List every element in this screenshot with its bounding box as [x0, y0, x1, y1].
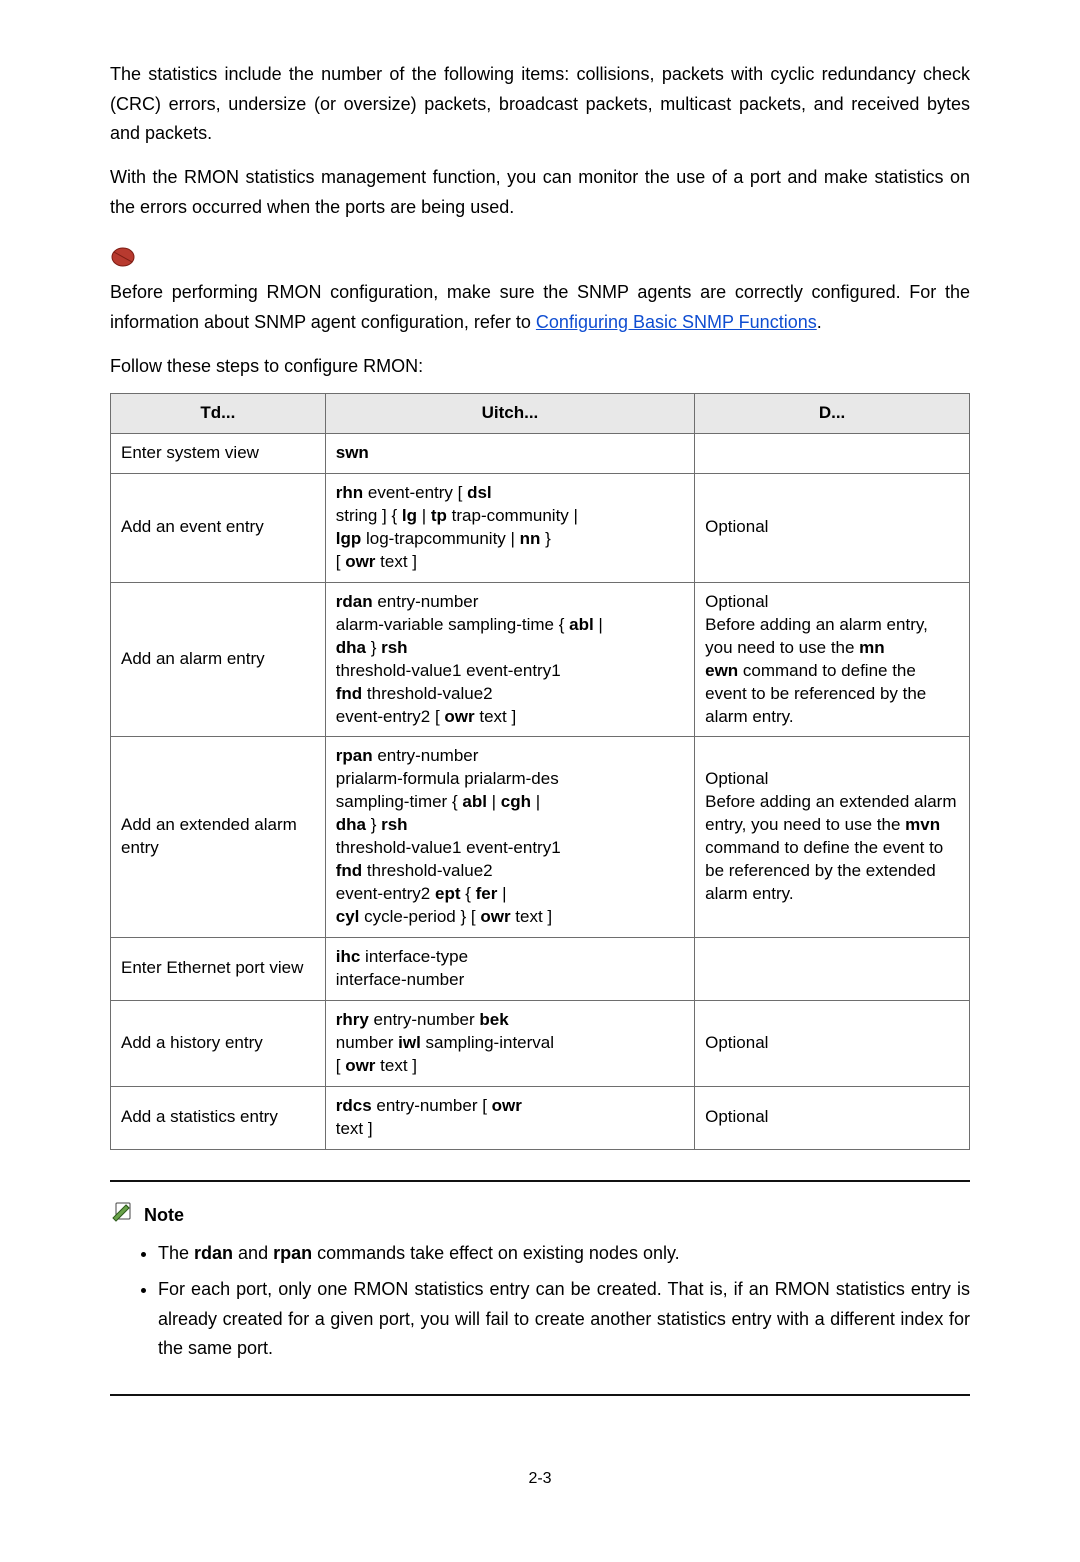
cell-description: Optional: [695, 474, 970, 583]
cell-description: [695, 434, 970, 474]
follow-steps: Follow these steps to configure RMON:: [110, 352, 970, 382]
col-header-desc: D...: [695, 394, 970, 434]
note-heading: Note: [110, 1200, 970, 1232]
cell-command: ihc interface-typeinterface-number: [325, 937, 694, 1000]
cell-description: OptionalBefore adding an extended alarm …: [695, 737, 970, 938]
table-header-row: Td... Uitch... D...: [111, 394, 970, 434]
cell-description: OptionalBefore adding an alarm entry, yo…: [695, 582, 970, 737]
cell-command: rhry entry-number beknumber iwl sampling…: [325, 1000, 694, 1086]
cell-command: rdcs entry-number [ owrtext ]: [325, 1086, 694, 1149]
cell-command: rpan entry-numberprialarm-formula priala…: [325, 737, 694, 938]
page: The statistics include the number of the…: [0, 0, 1080, 1562]
rmon-config-table: Td... Uitch... D... Enter system viewswn…: [110, 393, 970, 1149]
table-row: Add an event entryrhn event-entry [ dsls…: [111, 474, 970, 583]
cell-command: rhn event-entry [ dslstring ] { lg | tp …: [325, 474, 694, 583]
col-header-cmd: Uitch...: [325, 394, 694, 434]
page-number: 2-3: [110, 1466, 970, 1492]
cell-todo: Add an event entry: [111, 474, 326, 583]
col-header-todo: Td...: [111, 394, 326, 434]
table-row: Add a history entryrhry entry-number bek…: [111, 1000, 970, 1086]
cell-description: [695, 937, 970, 1000]
list-item: For each port, only one RMON statistics …: [158, 1275, 970, 1364]
table-row: Enter Ethernet port viewihc interface-ty…: [111, 937, 970, 1000]
table-row: Add an extended alarm entryrpan entry-nu…: [111, 737, 970, 938]
cell-description: Optional: [695, 1000, 970, 1086]
cell-todo: Enter system view: [111, 434, 326, 474]
list-item: The rdan and rpan commands take effect o…: [158, 1239, 970, 1269]
cell-todo: Add an extended alarm entry: [111, 737, 326, 938]
table-row: Enter system viewswn: [111, 434, 970, 474]
cell-todo: Enter Ethernet port view: [111, 937, 326, 1000]
note-rule-bottom: [110, 1394, 970, 1396]
note-bullets: The rdan and rpan commands take effect o…: [110, 1239, 970, 1364]
note-label: Note: [144, 1201, 184, 1231]
cell-command: swn: [325, 434, 694, 474]
note-icon: [110, 1200, 138, 1232]
table-row: Add an alarm entryrdan entry-numberalarm…: [111, 582, 970, 737]
cell-command: rdan entry-numberalarm-variable sampling…: [325, 582, 694, 737]
caution-paragraph: Before performing RMON configuration, ma…: [110, 278, 970, 337]
note-rule-top: [110, 1180, 970, 1182]
cell-description: Optional: [695, 1086, 970, 1149]
cell-todo: Add a statistics entry: [111, 1086, 326, 1149]
intro-paragraph-2: With the RMON statistics management func…: [110, 163, 970, 222]
cell-todo: Add an alarm entry: [111, 582, 326, 737]
caution-icon: [110, 246, 136, 268]
intro-paragraph-1: The statistics include the number of the…: [110, 60, 970, 149]
caution-text-after: .: [817, 312, 822, 332]
table-row: Add a statistics entryrdcs entry-number …: [111, 1086, 970, 1149]
snmp-config-link[interactable]: Configuring Basic SNMP Functions: [536, 312, 817, 332]
cell-todo: Add a history entry: [111, 1000, 326, 1086]
